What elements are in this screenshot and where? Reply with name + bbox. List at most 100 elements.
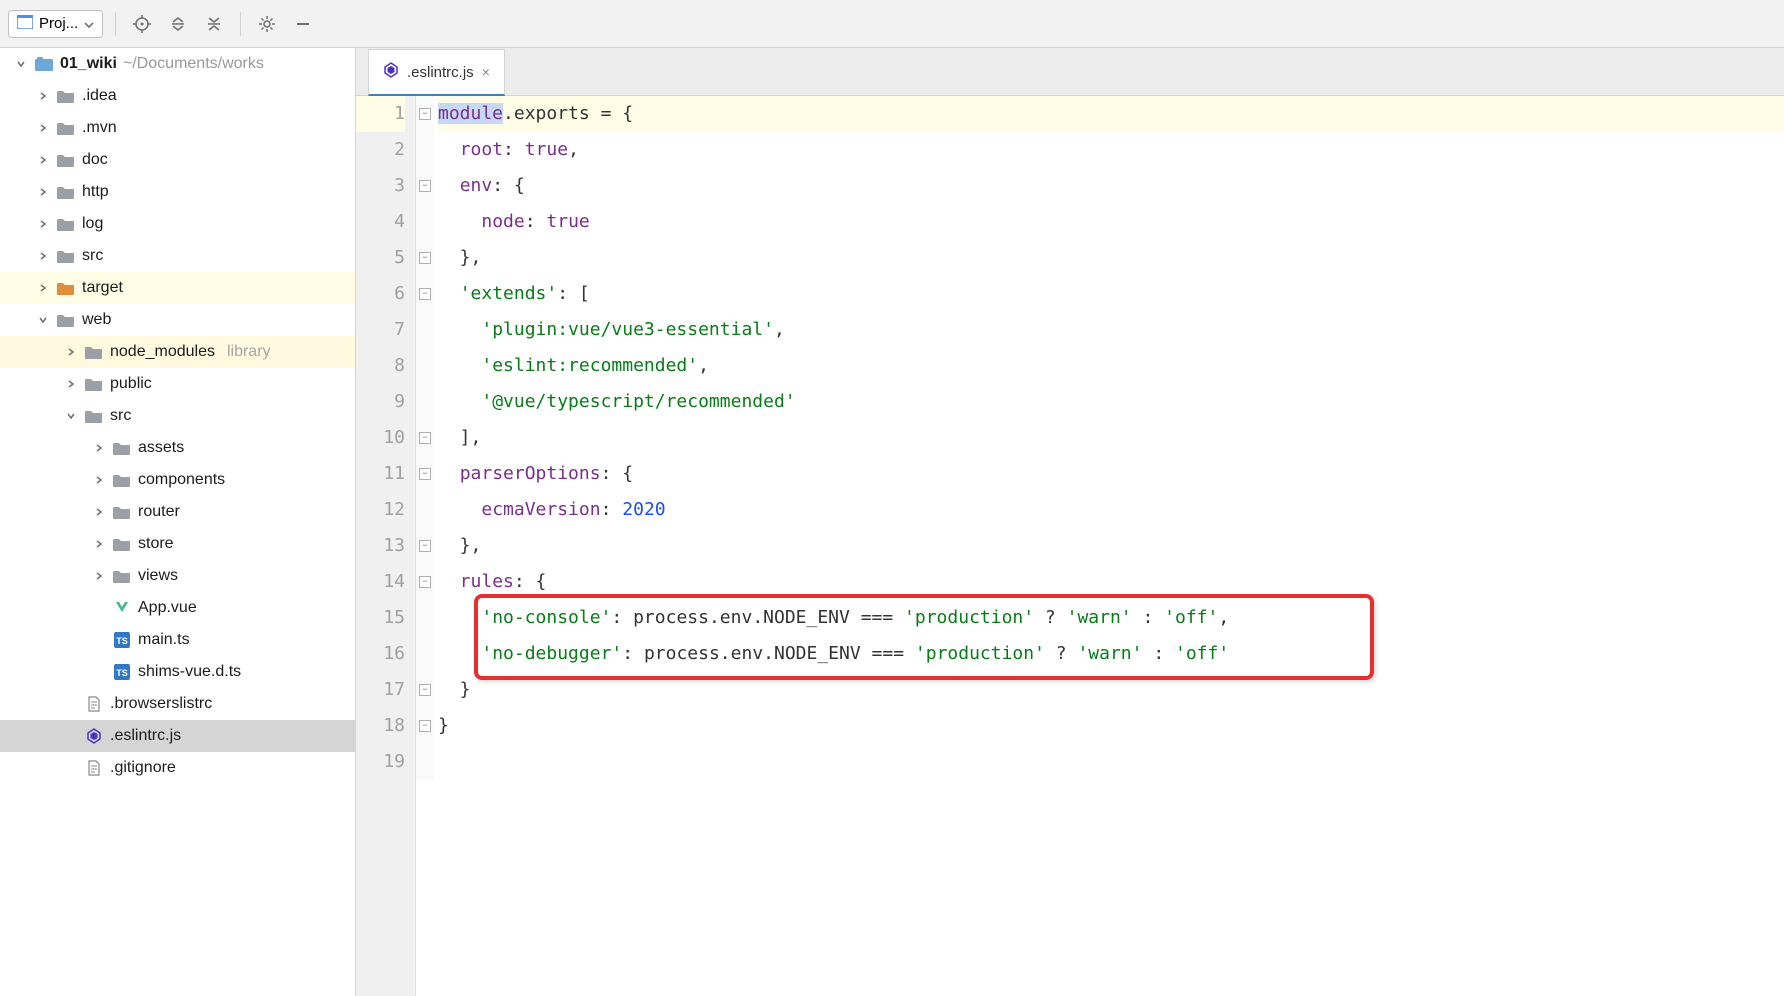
tree-item-web[interactable]: web (0, 304, 355, 336)
line-number[interactable]: 15 (356, 600, 405, 636)
line-number[interactable]: 4 (356, 204, 405, 240)
tab-close-icon[interactable]: × (482, 64, 490, 80)
editor-body[interactable]: 12345678910111213141516171819 −−−−−−−−−−… (356, 96, 1784, 996)
code-line[interactable]: rules: { (438, 564, 1784, 600)
fold-close-icon[interactable]: − (419, 252, 431, 264)
chevron-down-icon[interactable] (36, 313, 50, 327)
settings-icon[interactable] (253, 10, 281, 38)
tree-item--mvn[interactable]: .mvn (0, 112, 355, 144)
tree-item-target[interactable]: target (0, 272, 355, 304)
chevron-right-icon[interactable] (92, 441, 106, 455)
code-line[interactable]: '@vue/typescript/recommended' (438, 384, 1784, 420)
code-line[interactable]: } (438, 672, 1784, 708)
tree-item-views[interactable]: views (0, 560, 355, 592)
line-number[interactable]: 9 (356, 384, 405, 420)
chevron-right-icon[interactable] (36, 121, 50, 135)
chevron-right-icon[interactable] (92, 505, 106, 519)
chevron-down-icon[interactable] (14, 57, 28, 71)
line-number[interactable]: 11 (356, 456, 405, 492)
tree-item-main-ts[interactable]: TSmain.ts (0, 624, 355, 656)
project-selector[interactable]: Proj... (8, 10, 103, 38)
tree-item-app-vue[interactable]: App.vue (0, 592, 355, 624)
line-number[interactable]: 13 (356, 528, 405, 564)
line-number[interactable]: 1 (356, 96, 405, 132)
fold-close-icon[interactable]: − (419, 684, 431, 696)
locate-icon[interactable] (128, 10, 156, 38)
tree-item-public[interactable]: public (0, 368, 355, 400)
chevron-right-icon[interactable] (36, 249, 50, 263)
tree-item-store[interactable]: store (0, 528, 355, 560)
code-line[interactable]: 'plugin:vue/vue3-essential', (438, 312, 1784, 348)
chevron-right-icon[interactable] (36, 89, 50, 103)
tree-item-src[interactable]: src (0, 400, 355, 432)
project-tree[interactable]: 01_wiki ~/Documents/works.idea.mvndochtt… (0, 48, 356, 996)
fold-column[interactable]: − − − − − − − − − − (416, 96, 434, 780)
line-number[interactable]: 7 (356, 312, 405, 348)
line-number[interactable]: 19 (356, 744, 405, 780)
chevron-right-icon[interactable] (92, 569, 106, 583)
chevron-right-icon[interactable] (36, 153, 50, 167)
tab-eslintrc[interactable]: .eslintrc.js × (368, 49, 505, 96)
code-line[interactable]: 'no-debugger': process.env.NODE_ENV === … (438, 636, 1784, 672)
chevron-right-icon[interactable] (36, 185, 50, 199)
code-line[interactable]: module.exports = { (438, 96, 1784, 132)
chevron-right-icon[interactable] (36, 281, 50, 295)
fold-close-icon[interactable]: − (419, 540, 431, 552)
code-line[interactable]: } (438, 708, 1784, 744)
code-line[interactable]: 'eslint:recommended', (438, 348, 1784, 384)
fold-open-icon[interactable]: − (419, 108, 431, 120)
line-number[interactable]: 14 (356, 564, 405, 600)
chevron-right-icon[interactable] (64, 377, 78, 391)
fold-close-icon[interactable]: − (419, 432, 431, 444)
code-line[interactable]: ], (438, 420, 1784, 456)
line-number[interactable]: 5 (356, 240, 405, 276)
code-line[interactable]: }, (438, 528, 1784, 564)
code-line[interactable]: env: { (438, 168, 1784, 204)
tree-root[interactable]: 01_wiki ~/Documents/works (0, 48, 355, 80)
tree-item-node-modules[interactable]: node_moduleslibrary (0, 336, 355, 368)
code-line[interactable]: ecmaVersion: 2020 (438, 492, 1784, 528)
code-line[interactable] (438, 744, 1784, 780)
fold-close-icon[interactable]: − (419, 720, 431, 732)
tree-item-assets[interactable]: assets (0, 432, 355, 464)
chevron-right-icon[interactable] (64, 345, 78, 359)
tree-item--idea[interactable]: .idea (0, 80, 355, 112)
code-line[interactable]: 'no-console': process.env.NODE_ENV === '… (438, 600, 1784, 636)
line-number[interactable]: 18 (356, 708, 405, 744)
fold-open-icon[interactable]: − (419, 468, 431, 480)
chevron-right-icon[interactable] (36, 217, 50, 231)
line-number[interactable]: 2 (356, 132, 405, 168)
line-number[interactable]: 8 (356, 348, 405, 384)
hide-icon[interactable] (289, 10, 317, 38)
chevron-right-icon[interactable] (92, 537, 106, 551)
tree-item-components[interactable]: components (0, 464, 355, 496)
tree-item--eslintrc-js[interactable]: .eslintrc.js (0, 720, 355, 752)
fold-open-icon[interactable]: − (419, 288, 431, 300)
tree-item-http[interactable]: http (0, 176, 355, 208)
tree-item--browserslistrc[interactable]: .browserslistrc (0, 688, 355, 720)
collapse-all-icon[interactable] (200, 10, 228, 38)
code-line[interactable]: node: true (438, 204, 1784, 240)
expand-all-icon[interactable] (164, 10, 192, 38)
chevron-down-icon[interactable] (64, 409, 78, 423)
line-number[interactable]: 12 (356, 492, 405, 528)
tree-item-shims-vue-d-ts[interactable]: TSshims-vue.d.ts (0, 656, 355, 688)
line-number[interactable]: 17 (356, 672, 405, 708)
code-line[interactable]: 'extends': [ (438, 276, 1784, 312)
line-number[interactable]: 6 (356, 276, 405, 312)
code-line[interactable]: root: true, (438, 132, 1784, 168)
tree-item-doc[interactable]: doc (0, 144, 355, 176)
line-number[interactable]: 3 (356, 168, 405, 204)
fold-open-icon[interactable]: − (419, 576, 431, 588)
code-line[interactable]: parserOptions: { (438, 456, 1784, 492)
code-line[interactable]: }, (438, 240, 1784, 276)
tree-item-log[interactable]: log (0, 208, 355, 240)
fold-open-icon[interactable]: − (419, 180, 431, 192)
line-number-gutter[interactable]: 12345678910111213141516171819 (356, 96, 416, 996)
line-number[interactable]: 16 (356, 636, 405, 672)
code-area[interactable]: module.exports = { root: true, env: { no… (434, 96, 1784, 996)
tree-item-src[interactable]: src (0, 240, 355, 272)
line-number[interactable]: 10 (356, 420, 405, 456)
tree-item--gitignore[interactable]: .gitignore (0, 752, 355, 784)
chevron-right-icon[interactable] (92, 473, 106, 487)
